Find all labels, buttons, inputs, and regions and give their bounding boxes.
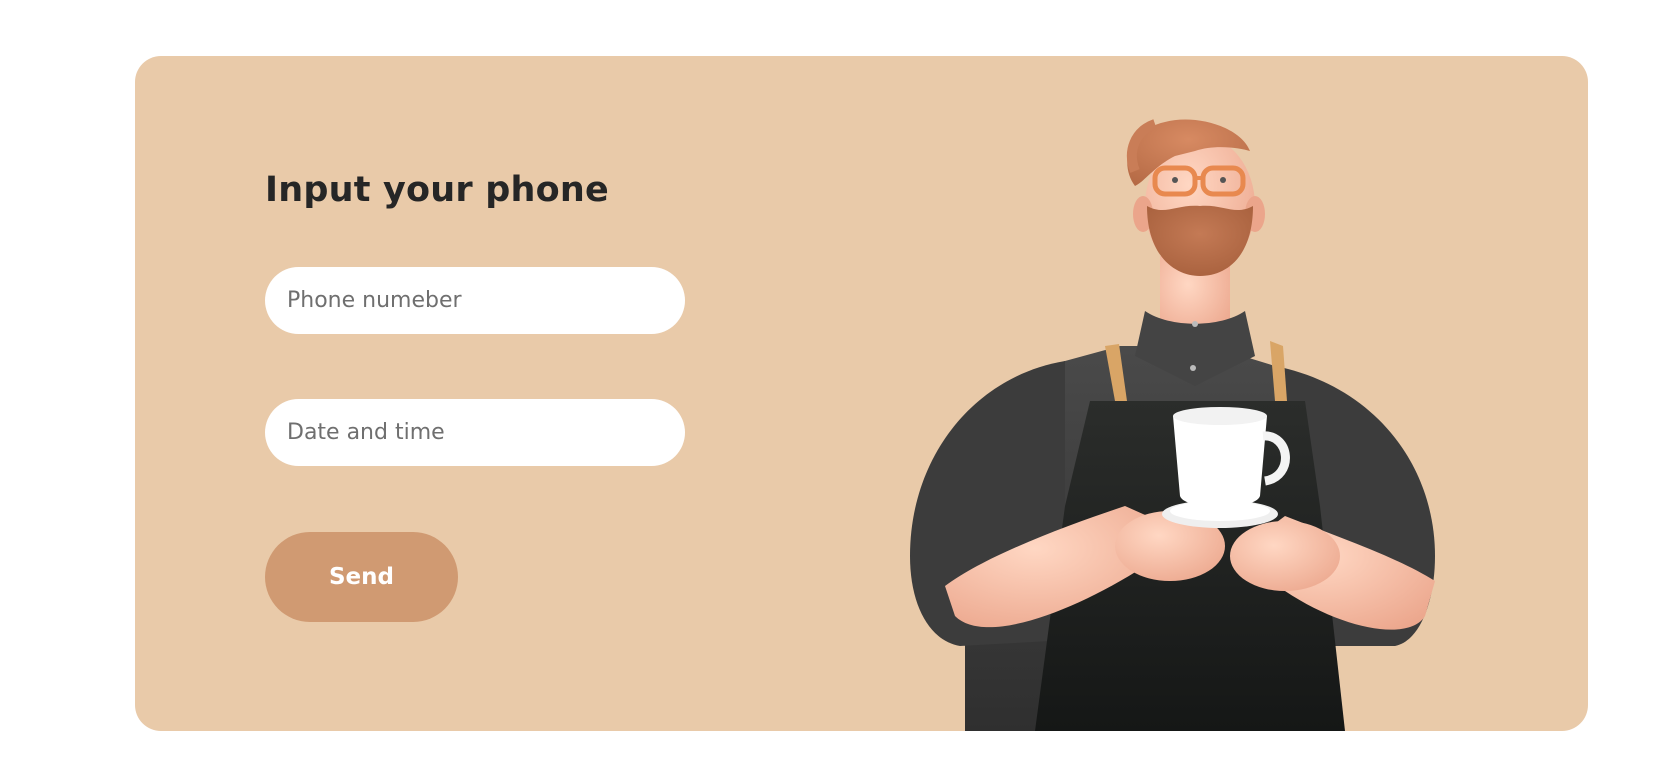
form-title: Input your phone: [265, 170, 609, 210]
send-button[interactable]: Send: [265, 532, 458, 622]
booking-card: Input your phone Send: [135, 56, 1588, 731]
barista-illustration: [910, 119, 1435, 731]
phone-form: Input your phone Send: [265, 166, 685, 622]
date-time-input[interactable]: [265, 399, 685, 466]
phone-number-input[interactable]: [265, 267, 685, 334]
